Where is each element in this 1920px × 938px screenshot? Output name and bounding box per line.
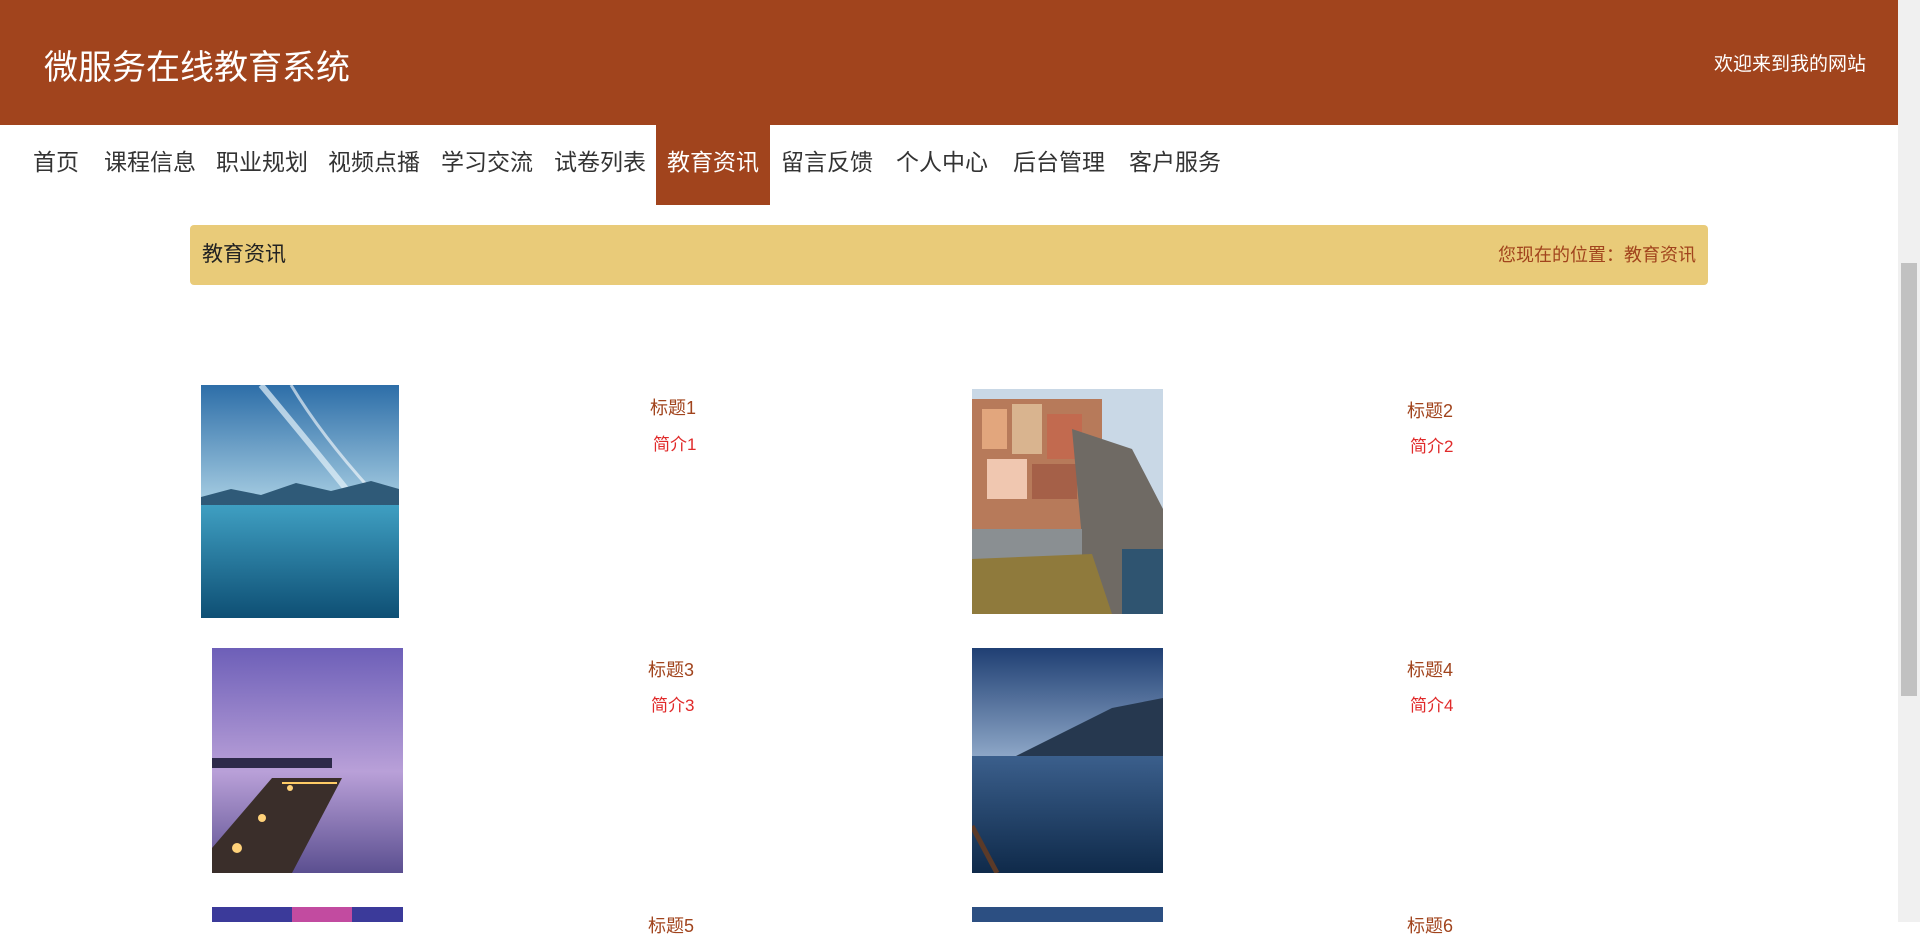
nav-item-career[interactable]: 职业规划 xyxy=(212,125,312,205)
breadcrumb-current[interactable]: 教育资讯 xyxy=(1624,245,1696,265)
site-title: 微服务在线教育系统 xyxy=(44,49,350,87)
news-title-6[interactable]: 标题6 xyxy=(1407,912,1453,938)
nav-item-courses[interactable]: 课程信息 xyxy=(100,125,200,205)
news-image-6[interactable] xyxy=(972,907,1163,922)
nav-item-news[interactable]: 教育资讯 xyxy=(656,125,770,205)
page-title: 教育资讯 xyxy=(202,243,286,266)
news-image-2[interactable] xyxy=(972,389,1163,614)
site-header: 微服务在线教育系统 欢迎来到我的网站 xyxy=(0,0,1898,125)
news-title-3[interactable]: 标题3 xyxy=(648,656,694,682)
news-summary-1: 简介1 xyxy=(653,435,697,454)
nav-item-admin[interactable]: 后台管理 xyxy=(1009,125,1109,205)
news-image-5[interactable] xyxy=(212,907,403,922)
news-title-4[interactable]: 标题4 xyxy=(1407,656,1453,682)
main-nav: 首页 课程信息 职业规划 视频点播 学习交流 试卷列表 教育资讯 留言反馈 个人… xyxy=(0,125,1898,205)
nav-item-home[interactable]: 首页 xyxy=(24,125,88,205)
nav-item-feedback[interactable]: 留言反馈 xyxy=(777,125,877,205)
scrollbar-thumb[interactable] xyxy=(1901,263,1917,696)
welcome-text: 欢迎来到我的网站 xyxy=(1713,54,1866,75)
news-summary-3: 简介3 xyxy=(651,696,695,715)
breadcrumb: 您现在的位置：教育资讯 xyxy=(1498,225,1696,285)
nav-item-exams[interactable]: 试卷列表 xyxy=(550,125,650,205)
breadcrumb-prefix: 您现在的位置： xyxy=(1498,245,1624,265)
nav-item-service[interactable]: 客户服务 xyxy=(1125,125,1225,205)
nav-item-profile[interactable]: 个人中心 xyxy=(892,125,992,205)
nav-item-forum[interactable]: 学习交流 xyxy=(437,125,537,205)
news-title-1[interactable]: 标题1 xyxy=(650,394,696,420)
news-image-1[interactable] xyxy=(201,385,399,618)
news-summary-2: 简介2 xyxy=(1410,437,1454,456)
news-image-3[interactable] xyxy=(212,648,403,873)
news-summary-4: 简介4 xyxy=(1410,696,1454,715)
nav-item-video[interactable]: 视频点播 xyxy=(324,125,424,205)
breadcrumb-bar: 教育资讯 您现在的位置：教育资讯 xyxy=(190,225,1708,285)
news-title-5[interactable]: 标题5 xyxy=(648,912,694,938)
page-scrollbar[interactable] xyxy=(1898,0,1920,922)
news-image-4[interactable] xyxy=(972,648,1163,873)
news-title-2[interactable]: 标题2 xyxy=(1407,397,1453,423)
